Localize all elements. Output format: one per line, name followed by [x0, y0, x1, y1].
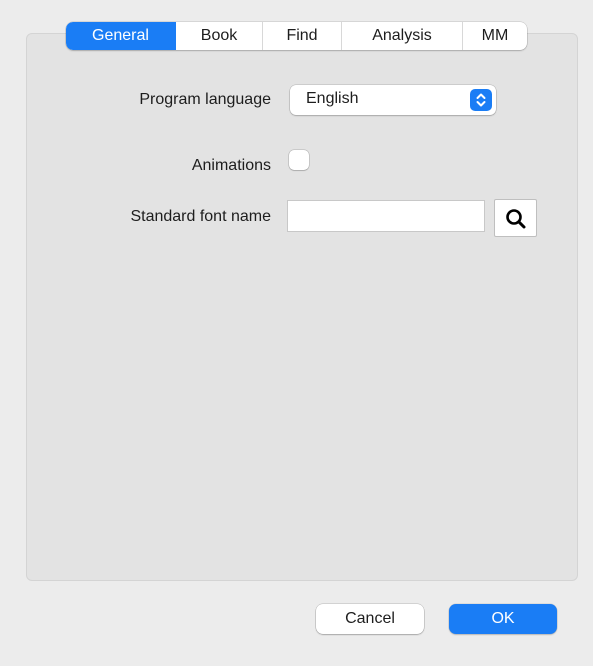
tab-bar: General Book Find Analysis MM: [66, 22, 527, 50]
cancel-button[interactable]: Cancel: [316, 604, 424, 634]
program-language-value: English: [306, 90, 359, 107]
tab-find[interactable]: Find: [263, 22, 342, 50]
standard-font-name-label: Standard font name: [130, 208, 271, 225]
font-search-button[interactable]: [494, 199, 537, 237]
tab-mm[interactable]: MM: [463, 22, 527, 50]
standard-font-name-field[interactable]: [287, 200, 485, 232]
preferences-window: General Book Find Analysis MM Program la…: [0, 0, 593, 666]
ok-button[interactable]: OK: [449, 604, 557, 634]
animations-checkbox[interactable]: [289, 150, 309, 170]
program-language-label: Program language: [139, 91, 271, 108]
up-down-chevron-icon: [470, 89, 492, 111]
animations-label: Animations: [191, 157, 271, 174]
tab-analysis[interactable]: Analysis: [342, 22, 463, 50]
search-icon: [506, 209, 526, 229]
program-language-select[interactable]: English: [290, 85, 496, 115]
tab-general[interactable]: General: [66, 22, 176, 50]
tab-book[interactable]: Book: [176, 22, 263, 50]
general-settings-panel: [26, 33, 578, 581]
